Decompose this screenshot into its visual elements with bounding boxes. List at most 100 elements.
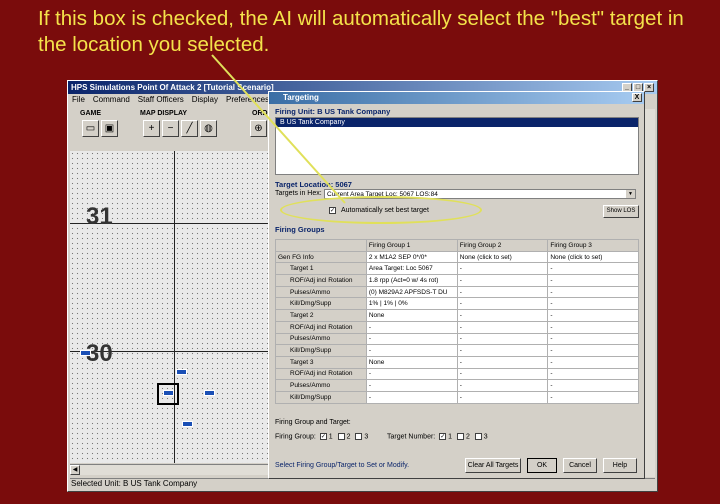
map-grid-line (174, 151, 175, 463)
dialog-close-icon[interactable]: X (632, 93, 642, 102)
table-row[interactable]: ROF/Adj incl Rotation 1.8 rpp (Act=0 w/ 4… (275, 274, 639, 287)
table-cell[interactable]: - (547, 367, 639, 381)
selected-hex-marker (157, 383, 179, 405)
game-save-icon[interactable]: ▣ (101, 120, 118, 137)
zoom-in-icon[interactable]: + (143, 120, 160, 137)
caption-text: If this box is checked, the AI will auto… (38, 7, 684, 56)
table-cell[interactable]: - (365, 344, 458, 357)
table-cell[interactable]: 1% | 1% | 0% (365, 297, 458, 311)
table-cell[interactable]: - (547, 274, 639, 287)
unit-marker[interactable] (204, 390, 215, 396)
row-label: ROF/Adj incl Rotation (275, 320, 367, 334)
table-cell[interactable]: - (456, 297, 549, 311)
row-label: Pulses/Ammo (275, 379, 367, 392)
table-cell[interactable]: None (365, 355, 458, 369)
table-row[interactable]: Kill/Dmg/Supp 1% | 1% | 0% - - (275, 297, 639, 311)
table-cell[interactable]: - (547, 285, 639, 299)
table-row[interactable]: Gen FG Info 2 x M1A2 SEP 0*/0* None (click… (275, 250, 639, 264)
table-row[interactable]: Kill/Dmg/Supp - - - (275, 390, 639, 404)
table-row[interactable]: Target 1 Area Target: Loc 5067- - (275, 262, 639, 276)
table-cell[interactable]: - (365, 390, 458, 404)
menu-file[interactable]: File (72, 95, 85, 105)
unit-marker[interactable] (182, 421, 193, 427)
table-cell[interactable]: - (547, 379, 639, 392)
row-label: Kill/Dmg/Supp (275, 297, 367, 311)
firing-unit-list[interactable]: B US Tank Company (275, 117, 639, 175)
list-item[interactable]: B US Tank Company (276, 118, 638, 127)
table-cell[interactable]: (0) M829A2 APFSDS-T DU (365, 285, 458, 299)
table-cell[interactable]: - (365, 367, 458, 381)
menu-staff-officers[interactable]: Staff Officers (138, 95, 184, 105)
table-cell[interactable]: - (456, 344, 549, 357)
tactical-map[interactable]: 31 30 (70, 151, 270, 463)
game-window-icon[interactable]: ▭ (82, 120, 99, 137)
row-label: Target 1 (275, 262, 367, 276)
table-cell[interactable]: - (456, 309, 549, 322)
table-cell[interactable]: - (547, 297, 639, 311)
scroll-left-icon[interactable]: ◀ (70, 465, 80, 475)
table-row[interactable]: Pulses/Ammo (0) M829A2 APFSDS-T DU - - (275, 285, 639, 299)
table-cell[interactable]: None (365, 309, 458, 322)
target-number-3-checkbox[interactable] (474, 433, 482, 440)
close-icon[interactable]: × (644, 83, 654, 92)
help-button[interactable]: Help (603, 458, 637, 473)
table-cell[interactable]: - (456, 274, 549, 287)
globe-icon[interactable]: ◍ (200, 120, 217, 137)
table-row[interactable]: Pulses/Ammo - - - (275, 379, 639, 392)
table-cell[interactable]: - (456, 367, 549, 381)
table-row[interactable]: Pulses/Ammo - - - (275, 332, 639, 346)
toolbar-game-label: GAME (80, 110, 101, 117)
table-row[interactable]: ROF/Adj incl Rotation - - - (275, 367, 639, 381)
clear-all-targets-button[interactable]: Clear All Targets (465, 458, 521, 473)
table-cell[interactable]: Area Target: Loc 5067 (365, 262, 458, 276)
table-cell[interactable]: - (547, 390, 639, 404)
table-cell[interactable]: - (547, 320, 639, 334)
table-row[interactable]: Target 2 None - - (275, 309, 639, 322)
table-cell[interactable]: - (547, 332, 639, 346)
table-cell[interactable]: - (547, 344, 639, 357)
menu-preferences[interactable]: Preferences (226, 95, 269, 105)
unit-marker[interactable] (176, 369, 187, 375)
target-number-2-label: 2 (465, 433, 470, 441)
table-cell[interactable]: 1.8 rpp (Act=0 w/ 4s rot) (365, 274, 458, 287)
table-cell[interactable]: None (click to set) (547, 250, 639, 264)
table-cell[interactable]: - (456, 332, 549, 346)
crosshair-icon[interactable]: ⊕ (250, 120, 267, 137)
table-cell[interactable]: - (456, 262, 549, 276)
table-cell[interactable]: None (click to set) (456, 250, 549, 264)
table-cell[interactable]: - (456, 320, 549, 334)
target-number-1-checkbox[interactable]: ✓ (439, 433, 447, 440)
show-los-button[interactable]: Show LOS (603, 205, 639, 218)
firing-group-1-checkbox[interactable]: ✓ (319, 433, 327, 440)
ok-button[interactable]: OK (527, 458, 557, 473)
menu-display[interactable]: Display (192, 95, 218, 105)
firing-unit-label: Firing Unit: B US Tank Company (275, 107, 391, 116)
app-vertical-scrollbar[interactable] (644, 109, 655, 477)
table-cell[interactable]: - (456, 285, 549, 299)
table-cell[interactable]: - (456, 355, 549, 369)
draw-line-icon[interactable]: ╱ (181, 120, 198, 137)
unit-marker[interactable] (80, 350, 91, 356)
zoom-out-icon[interactable]: − (162, 120, 179, 137)
status-bar: Selected Unit: B US Tank Company (70, 478, 655, 490)
table-cell[interactable]: - (456, 390, 549, 404)
map-horizontal-scrollbar[interactable]: ◀ (70, 464, 270, 475)
table-cell[interactable]: - (365, 320, 458, 334)
table-row[interactable]: Target 3 None - - (275, 355, 639, 369)
firing-group-3-label: 3 (364, 433, 369, 441)
chevron-down-icon[interactable]: ▼ (626, 190, 635, 198)
target-number-2-checkbox[interactable] (457, 433, 465, 440)
table-cell[interactable]: - (547, 355, 639, 369)
table-cell[interactable]: - (365, 332, 458, 346)
firing-group-2-checkbox[interactable] (337, 433, 345, 440)
menu-command[interactable]: Command (93, 95, 130, 105)
table-cell[interactable]: - (456, 379, 549, 392)
table-cell[interactable]: - (365, 379, 458, 392)
table-row[interactable]: Kill/Dmg/Supp - - - (275, 344, 639, 357)
table-cell[interactable]: 2 x M1A2 SEP 0*/0* (365, 250, 458, 264)
table-cell[interactable]: - (547, 309, 639, 322)
cancel-button[interactable]: Cancel (563, 458, 597, 473)
table-row[interactable]: ROF/Adj incl Rotation - - - (275, 320, 639, 334)
firing-group-3-checkbox[interactable] (355, 433, 363, 440)
table-cell[interactable]: - (547, 262, 639, 276)
